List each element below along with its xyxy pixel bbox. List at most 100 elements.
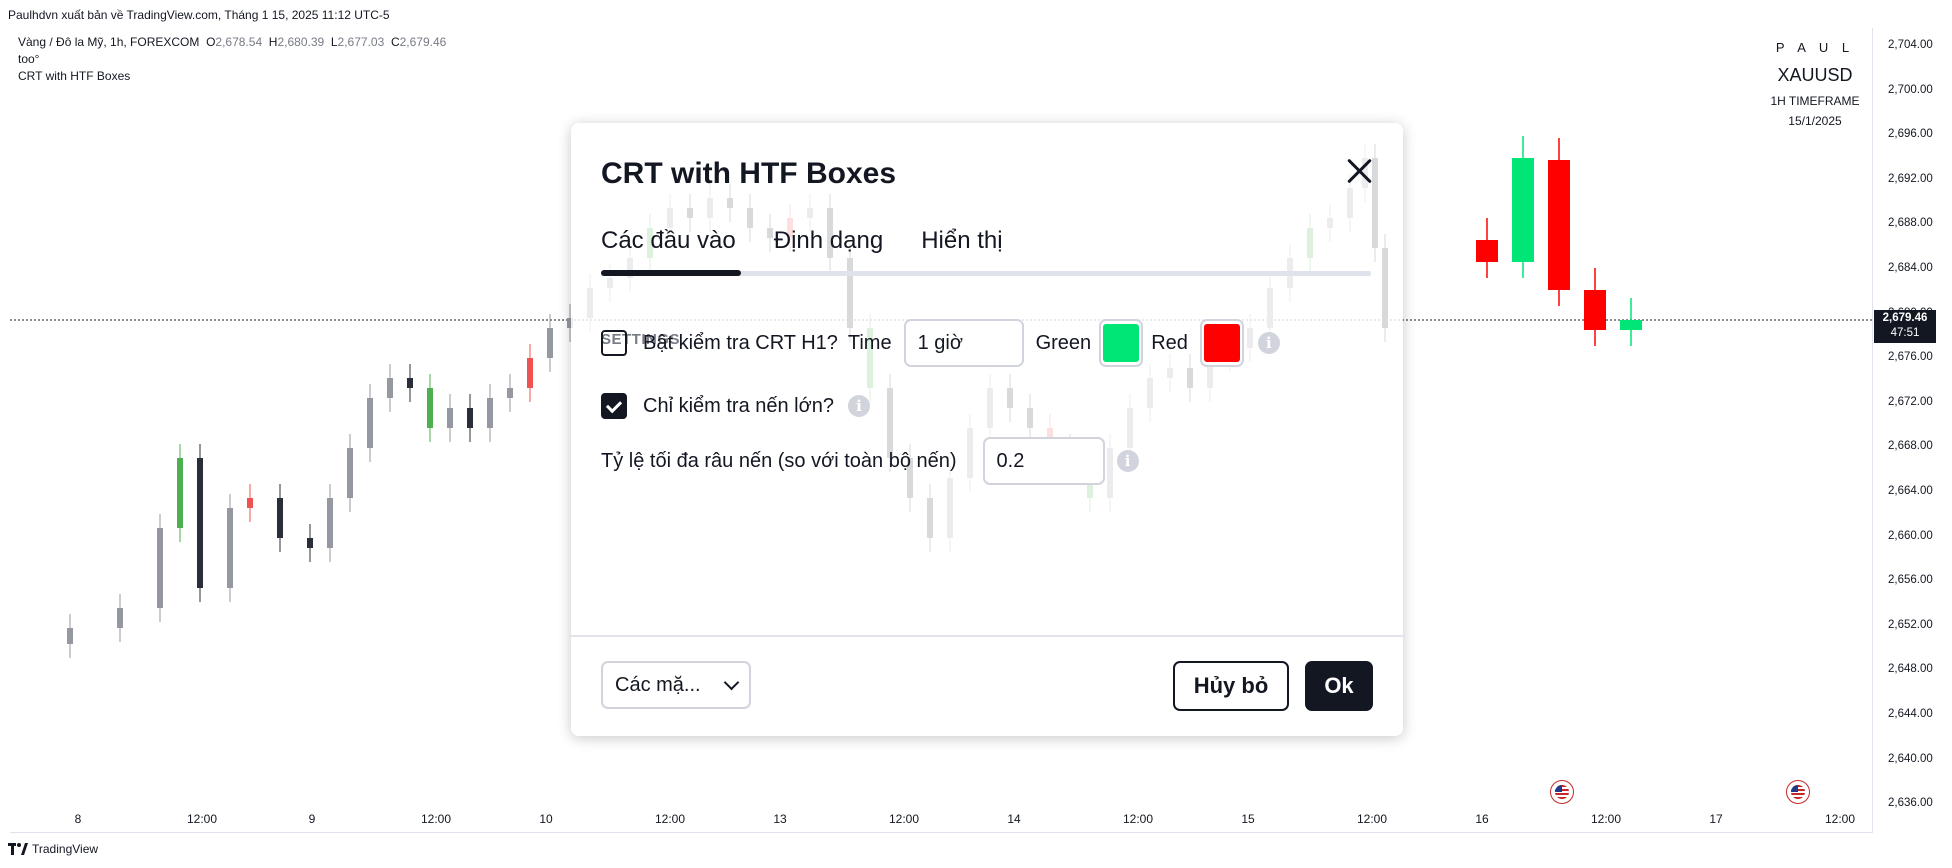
time-tick: 12:00 bbox=[654, 812, 686, 826]
high-value: 2,680.39 bbox=[277, 35, 325, 49]
price-tick: 2,664.00 bbox=[1888, 485, 1933, 497]
symbol-legend: Vàng / Đô la Mỹ, 1h, FOREXCOM O2,678.54 … bbox=[18, 34, 446, 85]
watermark-symbol: XAUUSD bbox=[1777, 65, 1853, 85]
chart-watermark: P A U L XAUUSD 1H TIMEFRAME 15/1/2025 bbox=[1740, 40, 1890, 128]
red-color-swatch[interactable] bbox=[1199, 319, 1244, 367]
price-tick: 2,648.00 bbox=[1888, 663, 1933, 676]
defaults-label: Các mặ... bbox=[615, 673, 701, 696]
tab-style[interactable]: Định dạng bbox=[774, 227, 883, 271]
close-value: 2,679.46 bbox=[399, 35, 447, 49]
tab-inputs[interactable]: Các đầu vào bbox=[601, 227, 736, 271]
time-scale[interactable]: 8 12:00 9 12:00 10 12:00 13 12:00 14 12:00 15 12:00… bbox=[10, 808, 1872, 832]
timeframe-select[interactable]: 1 giờ bbox=[903, 319, 1024, 367]
us-flag-event-icon[interactable] bbox=[1786, 780, 1810, 804]
price-tick: 2,644.00 bbox=[1888, 708, 1933, 720]
indicator-settings-dialog: CRT with HTF Boxes Các đầu vào Định dạng… bbox=[571, 123, 1403, 736]
time-tick: 16 bbox=[1475, 812, 1489, 826]
last-price-value: 2,679.46 bbox=[1882, 312, 1928, 324]
footer-divider bbox=[571, 635, 1403, 637]
time-tick: 12:00 bbox=[1824, 812, 1856, 826]
big-candle-row: Chỉ kiểm tra nến lớn? i bbox=[601, 393, 870, 419]
price-tick: 2,640.00 bbox=[1888, 752, 1933, 765]
crt-h1-row: Bật kiểm tra CRT H1? Time 1 giờ Green Re… bbox=[601, 319, 1280, 367]
watermark-name: P A U L bbox=[1775, 40, 1855, 55]
price-scale[interactable]: 2,704.00 2,700.00 2,696.00 2,692.00 2,688.00… bbox=[1874, 28, 1952, 832]
price-tick: 2,688.00 bbox=[1888, 217, 1933, 230]
time-label: Time bbox=[847, 331, 892, 354]
time-tick: 12:00 bbox=[1122, 812, 1154, 826]
info-icon[interactable]: i bbox=[1257, 332, 1280, 354]
price-tick: 2,684.00 bbox=[1888, 262, 1933, 274]
last-price-label: 2,679.46 47:51 bbox=[1874, 310, 1936, 343]
close-label: C bbox=[390, 35, 400, 49]
candle-body bbox=[547, 328, 553, 358]
price-tick: 2,700.00 bbox=[1888, 83, 1933, 96]
time-tick: 15 bbox=[1241, 812, 1255, 826]
candle-body bbox=[197, 458, 203, 588]
wick-ratio-label: Tỷ lệ tối đa râu nến (so với toàn bộ nến… bbox=[601, 449, 957, 472]
price-tick: 2,668.00 bbox=[1888, 440, 1933, 453]
crt-h1-label: Bật kiểm tra CRT H1? bbox=[643, 331, 838, 354]
tradingview-brand: TradingView bbox=[32, 842, 99, 856]
green-label: Green bbox=[1035, 331, 1092, 354]
low-label: L bbox=[330, 35, 338, 49]
candle-body bbox=[367, 398, 373, 448]
price-tick: 2,652.00 bbox=[1888, 618, 1933, 631]
active-tab-indicator bbox=[601, 270, 741, 276]
candle-body bbox=[347, 448, 353, 498]
chevron-down-icon bbox=[723, 674, 740, 691]
candle-body bbox=[177, 458, 183, 528]
time-tick: 12:00 bbox=[888, 812, 920, 826]
price-tick: 2,660.00 bbox=[1888, 529, 1933, 542]
ok-button[interactable]: Ok bbox=[1305, 661, 1373, 711]
time-tick: 8 bbox=[74, 812, 82, 826]
indicator-legend-1[interactable]: too° bbox=[18, 51, 446, 68]
big-candle-checkbox[interactable] bbox=[601, 393, 627, 419]
price-tick: 2,676.00 bbox=[1888, 351, 1933, 364]
price-tick: 2,636.00 bbox=[1888, 797, 1933, 810]
close-icon[interactable] bbox=[1341, 153, 1377, 189]
price-tick: 2,692.00 bbox=[1888, 172, 1933, 185]
defaults-dropdown[interactable]: Các mặ... bbox=[601, 661, 751, 709]
candle-body bbox=[157, 528, 163, 608]
price-tick: 2,672.00 bbox=[1888, 395, 1933, 408]
info-icon[interactable]: i bbox=[847, 395, 870, 417]
candle-body bbox=[507, 388, 513, 398]
candle-body bbox=[227, 508, 233, 588]
tradingview-logo-icon bbox=[8, 843, 28, 855]
bar-countdown: 47:51 bbox=[1890, 327, 1920, 339]
candle-body bbox=[527, 358, 533, 388]
dialog-tabs: Các đầu vào Định dạng Hiển thị bbox=[601, 227, 1003, 271]
crt-h1-checkbox[interactable] bbox=[601, 330, 627, 356]
wick-ratio-input[interactable]: 0.2 bbox=[982, 437, 1105, 485]
red-label: Red bbox=[1151, 331, 1188, 354]
publisher-line: Paulhdvn xuất bản về TradingView.com, Th… bbox=[8, 8, 390, 22]
time-tick: 12:00 bbox=[1590, 812, 1622, 826]
wick-ratio-value: 0.2 bbox=[996, 449, 1025, 472]
info-icon[interactable]: i bbox=[1116, 450, 1139, 472]
candle-body bbox=[407, 378, 413, 388]
indicator-legend-2[interactable]: CRT with HTF Boxes bbox=[18, 68, 446, 85]
time-tick: 13 bbox=[773, 812, 787, 826]
cancel-button[interactable]: Hủy bỏ bbox=[1173, 661, 1289, 711]
candle-body bbox=[277, 498, 283, 538]
open-value: 2,678.54 bbox=[215, 35, 263, 49]
tradingview-logo[interactable]: TradingView bbox=[8, 842, 98, 856]
tab-visibility[interactable]: Hiển thị bbox=[921, 227, 1002, 271]
symbol-description: Vàng / Đô la Mỹ, 1h, FOREXCOM bbox=[18, 35, 200, 49]
time-tick: 12:00 bbox=[420, 812, 452, 826]
candle-body bbox=[387, 378, 393, 398]
us-flag-event-icon[interactable] bbox=[1550, 780, 1574, 804]
timeframe-value: 1 giờ bbox=[917, 331, 963, 354]
green-color-swatch[interactable] bbox=[1099, 319, 1144, 367]
time-tick: 10 bbox=[539, 812, 553, 826]
candle-body bbox=[117, 608, 123, 628]
candle-body bbox=[467, 408, 473, 428]
time-tick: 12:00 bbox=[1356, 812, 1388, 826]
watermark-date: 15/1/2025 bbox=[1788, 114, 1842, 128]
candle-body bbox=[447, 408, 453, 428]
watermark-timeframe: 1H TIMEFRAME bbox=[1770, 94, 1860, 108]
candle-body bbox=[427, 388, 433, 428]
candle-body bbox=[327, 498, 333, 548]
price-tick: 2,704.00 bbox=[1888, 39, 1933, 51]
